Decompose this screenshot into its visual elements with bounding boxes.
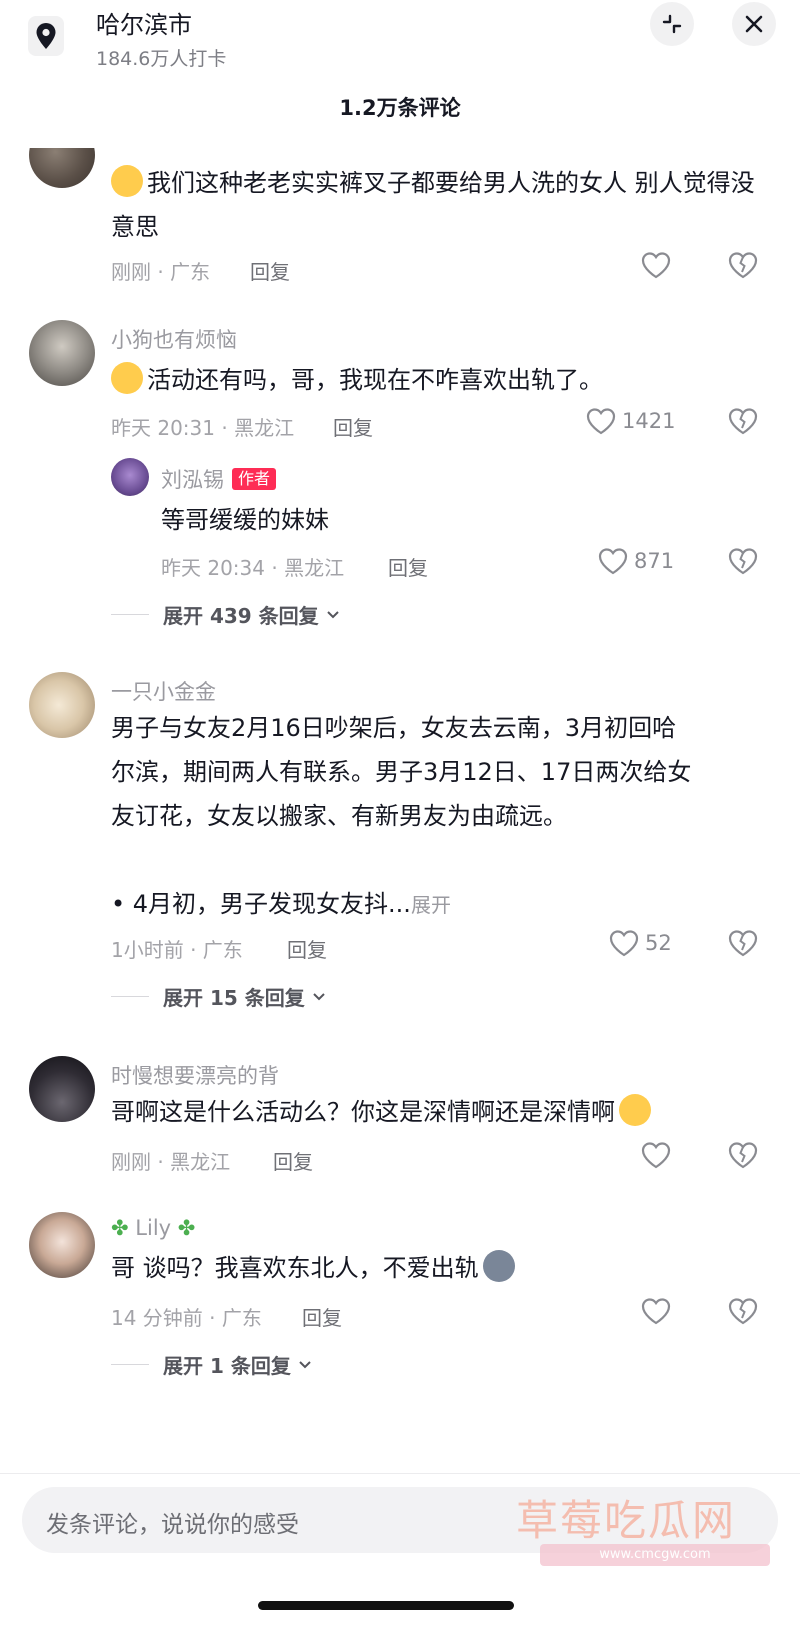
heart-icon (609, 930, 639, 957)
divider (0, 1473, 800, 1474)
shy-smile-emoji-icon (111, 362, 143, 394)
expand-text-link[interactable]: 展开 (411, 893, 451, 917)
location-checkin-count: 184.6万人打卡 (96, 48, 227, 70)
comment-meta: 刚刚 · 广东 (111, 260, 211, 284)
collapse-icon (662, 14, 682, 34)
comments-sheet: 哈尔滨市 184.6万人打卡 1.2万条评论 我们这种老老实实裤叉子都要给男人洗… (0, 0, 800, 1625)
comment-list[interactable]: 我们这种老老实实裤叉子都要给男人洗的女人 别人觉得没意思 刚刚 · 广东 回复 … (0, 148, 800, 1473)
dislike-button[interactable] (728, 547, 758, 579)
broken-heart-icon (728, 408, 758, 435)
dislike-button[interactable] (728, 251, 758, 283)
avatar[interactable] (29, 1212, 95, 1278)
username[interactable]: ✤ Lily ✤ (111, 1216, 195, 1240)
dislike-button[interactable] (728, 1297, 758, 1329)
broken-heart-icon (728, 548, 758, 575)
avatar[interactable] (29, 148, 95, 188)
broken-heart-icon (728, 930, 758, 957)
comment-text: 活动还有吗，哥，我现在不咋喜欢出轨了。 (111, 358, 761, 402)
comment-text: 哥 谈吗？我喜欢东北人，不爱出轨 (111, 1246, 761, 1290)
comment-count-title: 1.2万条评论 (339, 96, 461, 120)
husky-emoji-icon (482, 1250, 515, 1282)
dislike-button[interactable] (728, 407, 758, 439)
comment-meta: 昨天 20:31 · 黑龙江 (111, 416, 295, 440)
close-button[interactable] (732, 2, 776, 46)
reply-button[interactable]: 回复 (302, 1302, 342, 1331)
divider (111, 996, 149, 997)
like-button[interactable]: 52 (609, 929, 672, 957)
crying-emoji-icon (111, 165, 143, 197)
clover-icon: ✤ (177, 1216, 196, 1240)
location-pin-icon[interactable] (28, 16, 64, 56)
comment-meta: 刚刚 · 黑龙江 (111, 1150, 231, 1174)
reply-button[interactable]: 回复 (388, 552, 428, 581)
divider (111, 614, 149, 615)
watermark-url: www.cmcgw.com (540, 1544, 770, 1566)
avatar[interactable] (29, 1056, 95, 1122)
divider (111, 1364, 149, 1365)
heart-icon (641, 1298, 671, 1325)
reply-meta: 昨天 20:34 · 黑龙江 (161, 556, 345, 580)
close-icon (745, 15, 763, 33)
expand-replies-button[interactable]: 展开 15 条回复 (111, 982, 327, 1011)
like-button[interactable] (641, 1141, 671, 1169)
comment-text: 男子与女友2月16日吵架后，女友去云南，3月初回哈 尔滨，期间两人有联系。男子3… (111, 714, 692, 830)
heart-icon (641, 1142, 671, 1169)
like-button[interactable] (641, 251, 671, 279)
reply-button[interactable]: 回复 (333, 412, 373, 441)
reply-text: 等哥缓缓的妹妹 (161, 506, 329, 534)
avatar[interactable] (29, 320, 95, 386)
like-button[interactable] (641, 1297, 671, 1325)
like-button[interactable]: 1421 (586, 407, 675, 435)
like-button[interactable]: 871 (598, 547, 674, 575)
heart-icon (598, 548, 628, 575)
like-count: 1421 (622, 409, 676, 433)
dislike-button[interactable] (728, 929, 758, 961)
chevron-down-icon (313, 992, 325, 1000)
broken-heart-icon (728, 1298, 758, 1325)
broken-heart-icon (728, 1142, 758, 1169)
author-badge: 作者 (232, 468, 277, 490)
comment-input-placeholder: 发条评论，说说你的感受 (46, 1512, 299, 1538)
comment-text: 哥啊这是什么活动么？你这是深情啊还是深情啊 (111, 1090, 761, 1134)
expand-replies-button[interactable]: 展开 439 条回复 (111, 600, 341, 629)
like-count: 871 (634, 549, 675, 573)
comment-text: 我们这种老老实实裤叉子都要给男人洗的女人 别人觉得没意思 (111, 161, 761, 249)
reply-button[interactable]: 回复 (273, 1146, 313, 1175)
like-count: 52 (645, 931, 672, 955)
laughing-emoji-icon (619, 1094, 651, 1126)
watermark-text: 草莓吃瓜网 (516, 1496, 737, 1545)
heart-icon (586, 408, 616, 435)
chevron-down-icon (326, 610, 339, 618)
minimize-button[interactable] (650, 2, 694, 46)
avatar[interactable] (29, 672, 95, 738)
expand-replies-button[interactable]: 展开 1 条回复 (111, 1350, 313, 1379)
username[interactable]: 一只小金金 (111, 676, 216, 706)
reply-button[interactable]: 回复 (287, 934, 327, 963)
reply-avatar[interactable] (111, 458, 149, 496)
username[interactable]: 小狗也有烦恼 (111, 324, 237, 354)
heart-icon (641, 252, 671, 279)
reply-username[interactable]: 刘泓锡 作者 (161, 464, 277, 494)
home-indicator[interactable] (258, 1601, 514, 1610)
dislike-button[interactable] (728, 1141, 758, 1173)
comment-text-tail: • 4月初，男子发现女友抖...展开 (111, 890, 451, 918)
chevron-down-icon (299, 1360, 311, 1368)
username[interactable]: 时慢想要漂亮的背 (111, 1060, 279, 1090)
clover-icon: ✤ (111, 1216, 129, 1240)
broken-heart-icon (728, 252, 758, 279)
comment-meta: 1小时前 · 广东 (111, 938, 243, 962)
location-title[interactable]: 哈尔滨市 (96, 5, 192, 40)
reply-button[interactable]: 回复 (250, 256, 290, 285)
comment-meta: 14 分钟前 · 广东 (111, 1306, 262, 1330)
